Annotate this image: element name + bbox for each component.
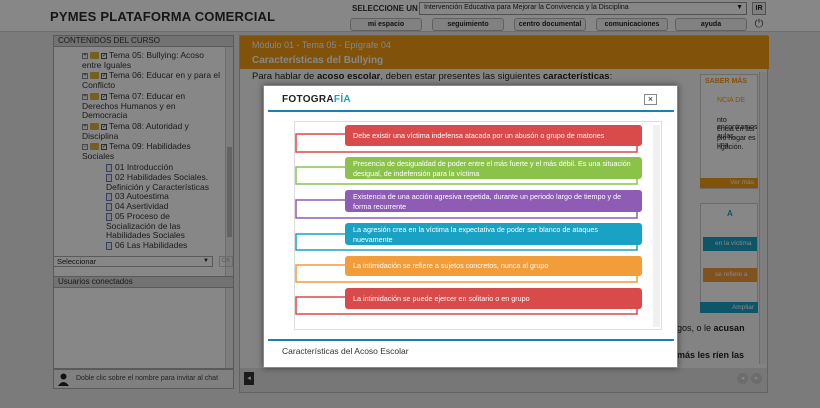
modal-divider-bottom [268, 339, 674, 341]
close-button[interactable]: × [644, 94, 657, 105]
feature-bar-2: Presencia de desigualdad de poder entre … [345, 157, 642, 179]
infographic-frame: Debe existir una víctima indefensa ataca… [294, 121, 662, 330]
feature-bar-5: La intimidación se refiere a sujetos con… [345, 256, 642, 276]
modal-caption: Características del Acoso Escolar [282, 346, 409, 356]
frame-scrollbar[interactable] [653, 125, 660, 327]
feature-bar-6: La intimidación se puede ejercer en soli… [345, 288, 642, 309]
logo-part-a: FOTOGRA [282, 94, 334, 105]
feature-bar-4: La agresión crea en la víctima la expect… [345, 223, 642, 245]
fotografia-logo: FOTOGRAFÍA [282, 94, 351, 105]
feature-bar-3: Existencia de una acción agresiva repeti… [345, 190, 642, 212]
modal-divider-top [268, 110, 674, 112]
logo-part-b: FÍA [333, 94, 351, 105]
feature-bar-1: Debe existir una víctima indefensa ataca… [345, 125, 642, 146]
image-modal: FOTOGRAFÍA × Debe existir una víctima in… [263, 85, 678, 368]
